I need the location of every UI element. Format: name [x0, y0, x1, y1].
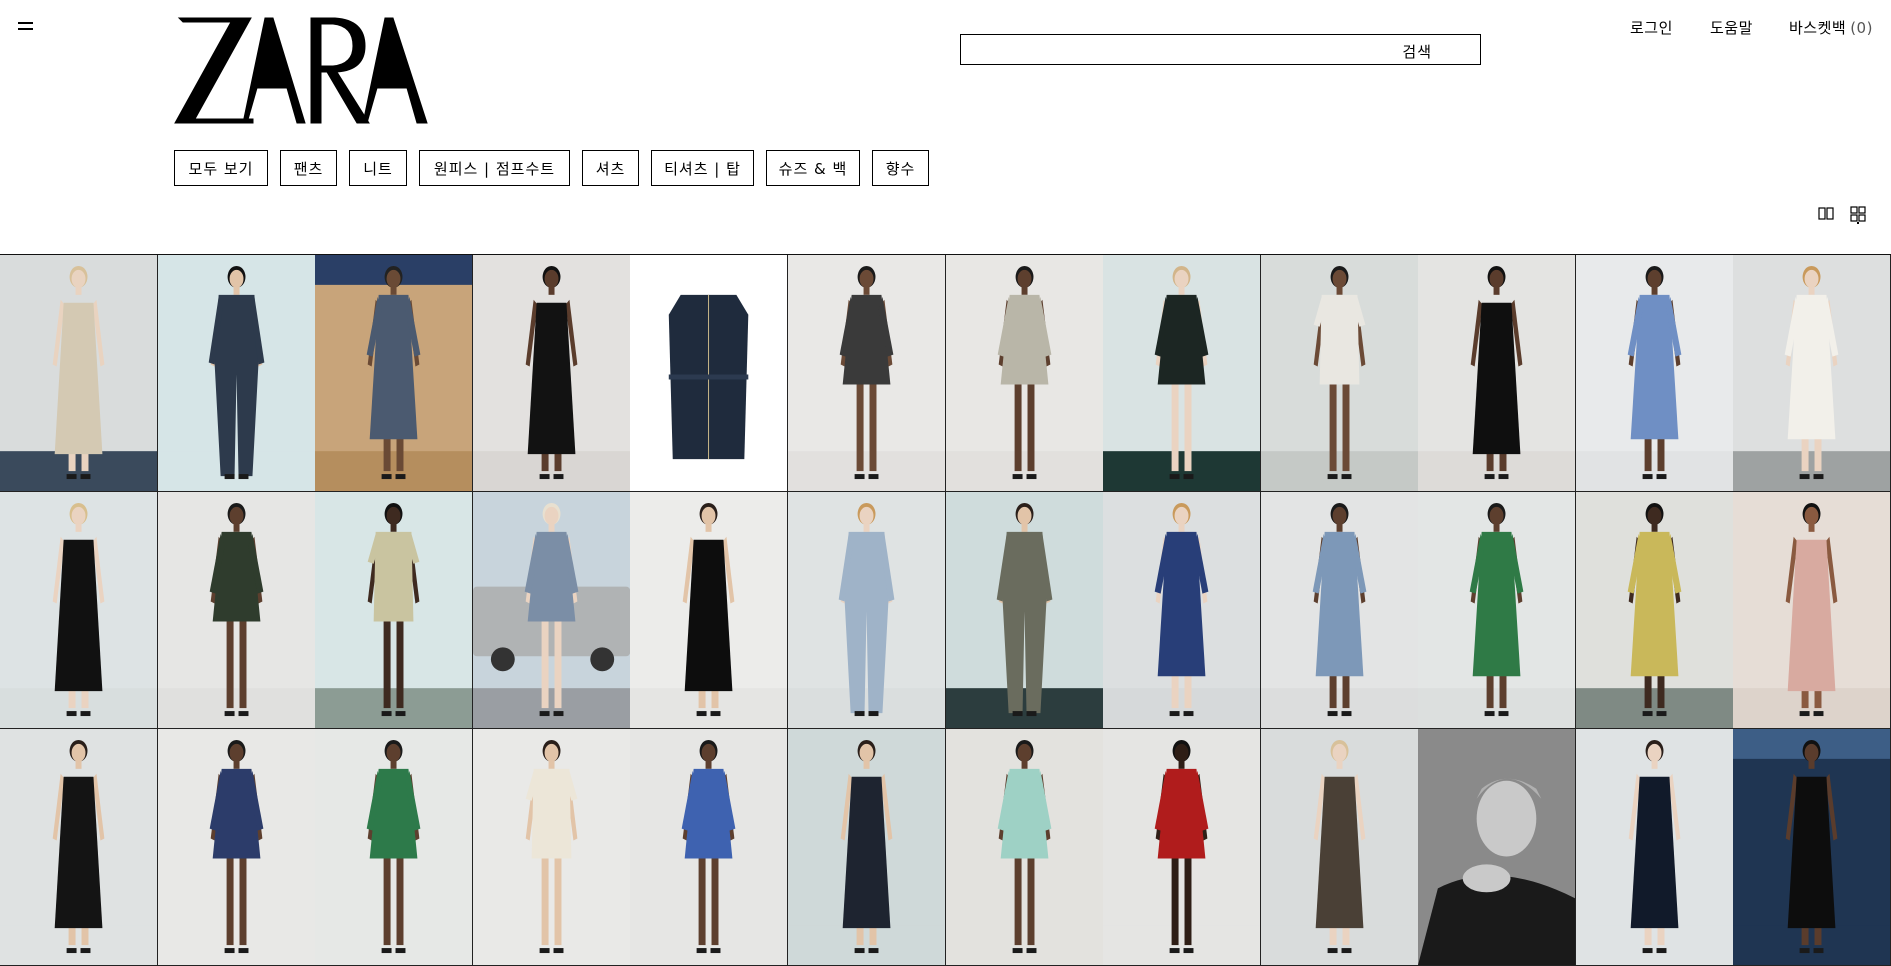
product-card[interactable] — [0, 492, 159, 729]
category-pants[interactable]: 팬츠 — [280, 150, 337, 186]
product-card[interactable] — [157, 729, 316, 966]
product-card[interactable] — [472, 492, 631, 729]
product-card[interactable] — [1260, 255, 1419, 492]
product-image — [472, 255, 630, 491]
category-knit[interactable]: 니트 — [349, 150, 407, 186]
product-card[interactable] — [1103, 255, 1262, 492]
category-shirts[interactable]: 셔츠 — [582, 150, 639, 186]
product-image — [1575, 729, 1733, 965]
product-card[interactable] — [157, 492, 316, 729]
product-image — [787, 729, 945, 965]
product-image — [1418, 492, 1576, 728]
product-image — [1103, 255, 1261, 491]
product-image — [0, 729, 158, 965]
product-image — [472, 729, 630, 965]
product-card[interactable] — [787, 729, 946, 966]
product-card[interactable] — [1733, 255, 1891, 492]
product-image — [1103, 729, 1261, 965]
product-card[interactable] — [630, 492, 789, 729]
product-image — [1103, 492, 1261, 728]
product-image — [157, 492, 315, 728]
product-card[interactable] — [1260, 492, 1419, 729]
product-card[interactable] — [1418, 729, 1577, 966]
two-column-grid-icon[interactable] — [1818, 206, 1834, 222]
product-image — [787, 255, 945, 491]
product-image — [630, 729, 788, 965]
product-image — [1733, 492, 1891, 728]
product-card[interactable] — [787, 255, 946, 492]
product-card[interactable] — [1575, 492, 1734, 729]
help-link[interactable]: 도움말 — [1710, 17, 1753, 38]
product-image — [630, 492, 788, 728]
product-card[interactable] — [315, 255, 474, 492]
menu-icon[interactable] — [18, 20, 34, 32]
category-all[interactable]: 모두 보기 — [174, 150, 268, 186]
product-card[interactable] — [630, 255, 789, 492]
product-image — [1260, 492, 1418, 728]
product-image — [1575, 255, 1733, 491]
product-card[interactable] — [945, 255, 1104, 492]
category-tshirts-tops[interactable]: 티셔츠 | 탑 — [651, 150, 754, 186]
product-card[interactable] — [787, 492, 946, 729]
product-image — [945, 492, 1103, 728]
search-input[interactable]: 검색 — [960, 34, 1481, 65]
search-label: 검색 — [1402, 43, 1432, 61]
login-link[interactable]: 로그인 — [1630, 17, 1673, 38]
product-card[interactable] — [945, 492, 1104, 729]
product-image — [1733, 255, 1891, 491]
product-card[interactable] — [1575, 255, 1734, 492]
basket-label: 바스켓백 — [1789, 19, 1847, 37]
product-card[interactable] — [472, 729, 631, 966]
category-perfume[interactable]: 향수 — [872, 150, 929, 186]
product-image — [315, 492, 473, 728]
product-image — [0, 255, 158, 491]
product-card[interactable] — [315, 729, 474, 966]
product-card[interactable] — [1733, 729, 1891, 966]
product-card[interactable] — [630, 729, 789, 966]
product-card[interactable] — [1575, 729, 1734, 966]
product-image — [1733, 729, 1891, 965]
basket-link[interactable]: 바스켓백 (0) — [1789, 17, 1873, 38]
product-card[interactable] — [0, 729, 159, 966]
product-image — [472, 492, 630, 728]
product-card[interactable] — [472, 255, 631, 492]
product-image — [315, 255, 473, 491]
product-image — [315, 729, 473, 965]
product-image — [0, 492, 158, 728]
four-column-grid-icon[interactable] — [1850, 206, 1866, 224]
product-card[interactable] — [0, 255, 159, 492]
product-image — [157, 729, 315, 965]
product-card[interactable] — [1733, 492, 1891, 729]
product-image — [787, 492, 945, 728]
product-card[interactable] — [157, 255, 316, 492]
product-card[interactable] — [1103, 729, 1262, 966]
product-image — [157, 255, 315, 491]
product-card[interactable] — [945, 729, 1104, 966]
product-image — [945, 729, 1103, 965]
product-image — [945, 255, 1103, 491]
product-card[interactable] — [1418, 492, 1577, 729]
product-image — [1418, 255, 1576, 491]
basket-count: (0) — [1850, 19, 1873, 37]
zara-logo-mark — [174, 17, 428, 124]
category-shoes-bags[interactable]: 슈즈 & 백 — [766, 150, 860, 186]
product-image — [1575, 492, 1733, 728]
product-image — [630, 255, 788, 491]
product-card[interactable] — [1260, 729, 1419, 966]
category-dress-jumpsuit[interactable]: 원피스 | 점프수트 — [419, 150, 570, 186]
product-grid — [0, 254, 1891, 966]
zara-logo[interactable] — [173, 16, 432, 125]
product-image — [1418, 729, 1576, 965]
product-image — [1260, 255, 1418, 491]
product-image — [1260, 729, 1418, 965]
product-card[interactable] — [1418, 255, 1577, 492]
product-card[interactable] — [1103, 492, 1262, 729]
product-card[interactable] — [315, 492, 474, 729]
